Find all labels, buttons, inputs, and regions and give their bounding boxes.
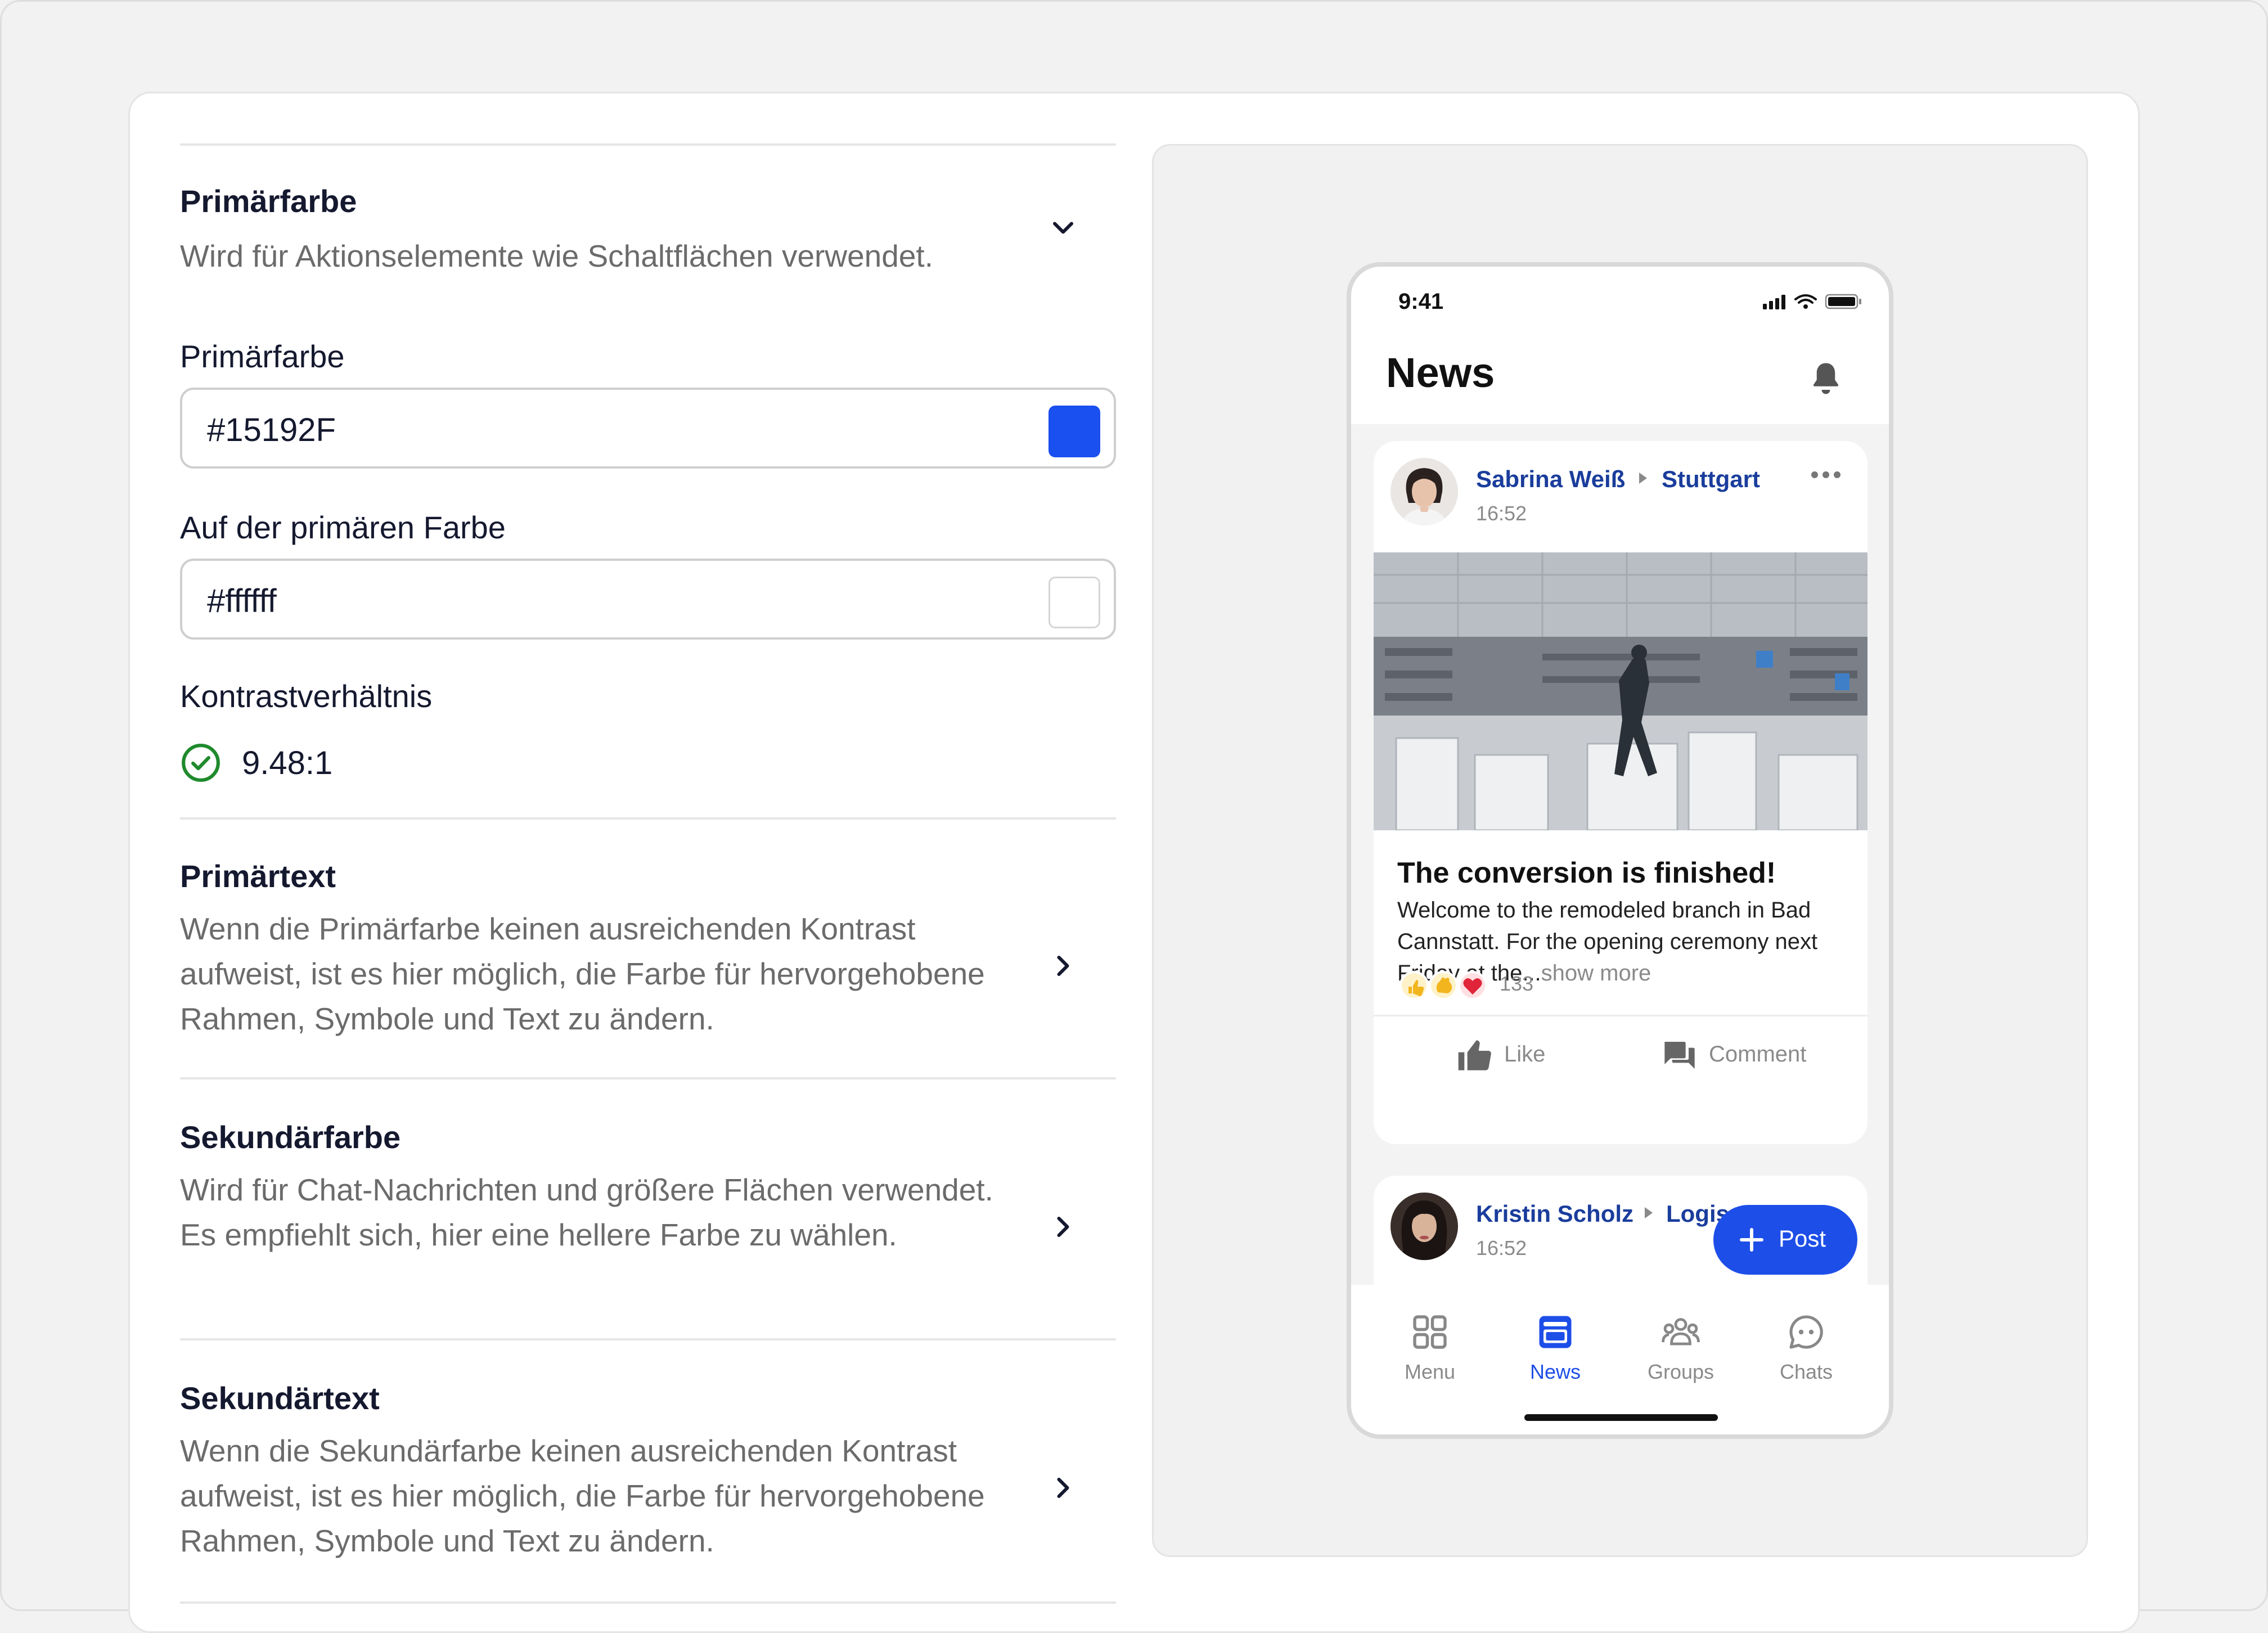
section-description: Wenn die Sekundärfarbe keinen ausreichen… bbox=[180, 1433, 985, 1558]
avatar[interactable] bbox=[1390, 458, 1458, 525]
tab-news[interactable]: News bbox=[1505, 1312, 1606, 1396]
post-author[interactable]: Kristin Scholz bbox=[1476, 1200, 1634, 1227]
section-description: Wird für Chat-Nachrichten und größere Fl… bbox=[180, 1172, 993, 1252]
status-time: 9:41 bbox=[1398, 289, 1444, 314]
section-title: Sekundärfarbe bbox=[180, 1119, 401, 1155]
reaction-count: 133 bbox=[1500, 972, 1534, 995]
news-feed: Sabrina Weiß Stuttgart 16:52 The convers… bbox=[1351, 424, 1889, 1311]
divider bbox=[180, 1338, 1116, 1340]
on-primary-color-value: #ffffff bbox=[207, 583, 277, 619]
post-button-label: Post bbox=[1779, 1225, 1826, 1252]
divider bbox=[1374, 1015, 1868, 1016]
comment-label: Comment bbox=[1709, 1042, 1807, 1067]
status-icons bbox=[1763, 294, 1861, 309]
post-image[interactable] bbox=[1374, 552, 1868, 830]
on-primary-color-label: Auf der primären Farbe bbox=[180, 510, 506, 545]
chevron-right-icon[interactable] bbox=[1046, 949, 1080, 983]
news-icon bbox=[1539, 1316, 1572, 1348]
check-circle-icon bbox=[180, 742, 222, 784]
on-primary-color-field[interactable]: #ffffff bbox=[180, 559, 1116, 640]
phone-mockup: 9:41 News Sabrina Weiß Stuttgart 16:52 T… bbox=[1347, 262, 1893, 1439]
chevron-down-icon[interactable] bbox=[1046, 211, 1080, 245]
caret-right-icon bbox=[1645, 1207, 1653, 1218]
home-indicator bbox=[1524, 1414, 1718, 1421]
section-title: Primärfarbe bbox=[180, 183, 357, 219]
like-label: Like bbox=[1504, 1042, 1546, 1067]
divider bbox=[180, 1077, 1116, 1079]
divider bbox=[180, 817, 1116, 820]
section-description: Wird für Aktionselemente wie Schaltfläch… bbox=[180, 239, 933, 273]
tab-label: Chats bbox=[1779, 1360, 1833, 1383]
bottom-tab-bar: Menu News Groups Chats bbox=[1351, 1296, 1889, 1434]
primary-color-field[interactable]: #15192F bbox=[180, 388, 1116, 469]
divider bbox=[180, 1601, 1116, 1604]
post-button[interactable]: Post bbox=[1713, 1205, 1857, 1275]
caret-right-icon bbox=[1639, 473, 1647, 484]
more-icon[interactable] bbox=[1809, 469, 1843, 480]
reactions-icon[interactable] bbox=[1397, 969, 1493, 1002]
tab-menu[interactable]: Menu bbox=[1379, 1312, 1480, 1396]
thumbs-up-icon bbox=[1458, 1040, 1491, 1070]
plus-icon bbox=[1740, 1228, 1763, 1252]
on-primary-color-swatch[interactable] bbox=[1048, 577, 1100, 628]
color-settings: Primärfarbe Wird für Aktionselemente wie… bbox=[180, 143, 1116, 1611]
groups-icon bbox=[1662, 1318, 1700, 1346]
avatar[interactable] bbox=[1390, 1193, 1458, 1260]
post-title: The conversion is finished! bbox=[1397, 857, 1776, 889]
post-time: 16:52 bbox=[1476, 502, 1527, 525]
contrast-value: 9.48:1 bbox=[242, 745, 333, 781]
contrast-label: Kontrastverhältnis bbox=[180, 678, 433, 714]
tab-chats[interactable]: Chats bbox=[1756, 1312, 1857, 1396]
like-button[interactable]: Like bbox=[1457, 1038, 1581, 1072]
tab-label: Groups bbox=[1647, 1360, 1714, 1383]
show-more-link[interactable]: show more bbox=[1541, 961, 1652, 986]
post-time: 16:52 bbox=[1476, 1236, 1527, 1259]
chevron-right-icon[interactable] bbox=[1046, 1471, 1080, 1505]
bell-icon[interactable] bbox=[1809, 360, 1843, 397]
page-title: News bbox=[1386, 349, 1495, 396]
comment-icon bbox=[1664, 1042, 1695, 1069]
tab-groups[interactable]: Groups bbox=[1630, 1312, 1731, 1396]
chevron-right-icon[interactable] bbox=[1046, 1210, 1080, 1244]
primary-color-swatch[interactable] bbox=[1048, 406, 1100, 457]
chat-icon bbox=[1789, 1315, 1823, 1349]
comment-button[interactable]: Comment bbox=[1662, 1038, 1842, 1072]
section-title: Sekundärtext bbox=[180, 1380, 380, 1416]
primary-color-value: #15192F bbox=[207, 412, 336, 448]
post-card[interactable]: Sabrina Weiß Stuttgart 16:52 The convers… bbox=[1374, 441, 1868, 1144]
post-author[interactable]: Sabrina Weiß bbox=[1476, 466, 1625, 493]
post-location[interactable]: Stuttgart bbox=[1662, 466, 1760, 493]
section-description: Wenn die Primärfarbe keinen ausreichende… bbox=[180, 911, 985, 1036]
grid-icon bbox=[1413, 1315, 1447, 1349]
tab-label: Menu bbox=[1404, 1360, 1456, 1383]
section-title: Primärtext bbox=[180, 858, 336, 894]
primary-color-label: Primärfarbe bbox=[180, 339, 345, 374]
tab-label: News bbox=[1529, 1360, 1581, 1383]
divider bbox=[180, 143, 1116, 146]
